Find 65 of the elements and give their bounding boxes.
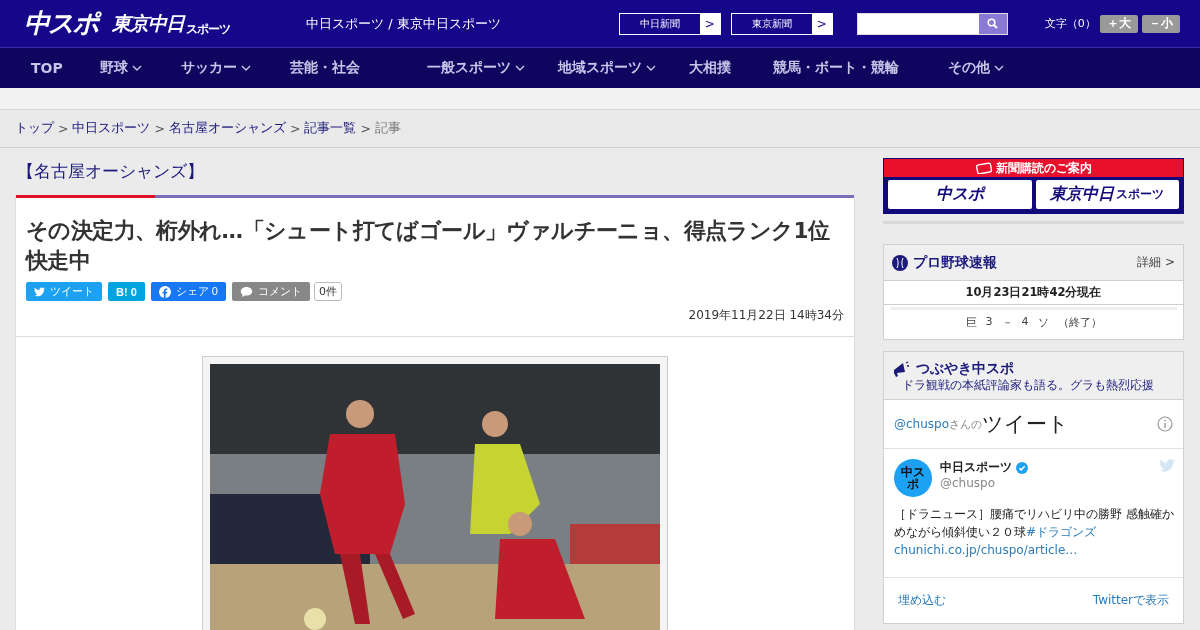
speech-bubble-icon xyxy=(240,285,253,298)
newspaper-logo[interactable]: 中スポ xyxy=(888,180,1032,209)
nav-item[interactable]: 一般スポーツ xyxy=(426,59,525,77)
tweet-footer-link[interactable]: Twitterで表示 xyxy=(1092,592,1169,609)
category-heading: 【名古屋オーシャンズ】 xyxy=(16,160,205,183)
detail-link[interactable]: 詳細 > xyxy=(1137,254,1175,271)
banner-title: 新聞購読のご案内 xyxy=(995,159,1092,177)
current-page-text: 記事 xyxy=(374,120,401,137)
site-tagline: 中日スポーツ / 東京中日スポーツ xyxy=(306,14,501,33)
game-score[interactable]: 巨 3 － 4 ソ （終了） xyxy=(890,307,1177,339)
chevron-down-icon xyxy=(240,65,251,71)
newspaper-icon xyxy=(975,162,992,174)
nav-item[interactable]: 芸能・社会 xyxy=(289,59,360,77)
bird-icon xyxy=(1159,459,1175,472)
widget-subtitle: ドラ観戦の本紙評論家も語る。グラも熱烈応援 xyxy=(901,378,1155,393)
breadcrumb-separator: > xyxy=(154,121,165,136)
handle-suffix: さんの xyxy=(949,416,983,431)
search-icon xyxy=(987,18,999,29)
newspaper-link[interactable]: 中日新聞 > xyxy=(618,12,721,35)
breadcrumb-link[interactable]: 中日スポーツ xyxy=(72,120,151,137)
nav-item[interactable]: その他 xyxy=(947,59,1004,77)
publish-date: 2019年11月22日 14時34分 xyxy=(16,301,854,337)
search-field[interactable] xyxy=(856,12,1008,35)
newspaper-logo[interactable]: 東京中日スポーツ xyxy=(1035,180,1179,209)
nav-item[interactable]: 競馬・ボート・競輪 xyxy=(772,59,899,77)
hashtag-link[interactable]: #ドラゴンズ xyxy=(1026,525,1097,539)
update-time: 10月23日21時42分現在 xyxy=(884,281,1183,305)
nav-item[interactable]: サッカー xyxy=(180,59,251,77)
tweet-footer-link[interactable]: 埋め込む xyxy=(898,592,946,609)
font-size-label: 文字（0） xyxy=(1044,16,1096,31)
breadcrumb-separator: > xyxy=(289,121,301,136)
article-title: その決定力、桁外れ…「シュート打てばゴール」ヴァルチーニョ、得点ランク1位快走中 xyxy=(24,217,831,275)
breadcrumb-link[interactable]: 名古屋オーシャンズ xyxy=(168,120,286,137)
widget-title: つぶやき中スポ xyxy=(916,360,1014,378)
article-link[interactable]: chunichi.co.jp/chuspo/article… xyxy=(894,543,1078,557)
nav-item[interactable]: TOP xyxy=(31,60,63,76)
chevron-down-icon xyxy=(993,65,1004,71)
account-handle: @chuspo xyxy=(940,476,997,490)
breadcrumb-link[interactable]: トップ xyxy=(15,120,54,137)
newspaper-link[interactable]: 東京新聞 > xyxy=(730,12,833,35)
nav-item[interactable]: 地域スポーツ xyxy=(557,59,656,77)
breadcrumb-link[interactable]: 記事一覧 xyxy=(304,120,357,137)
share-button[interactable]: コメント xyxy=(232,282,310,301)
chevron-down-icon xyxy=(131,65,142,71)
megaphone-icon xyxy=(892,361,910,377)
comment-count: 0件 xyxy=(314,282,342,301)
tweet-text: ［ドラニュース］腰痛でリハビリ中の勝野 感触確かめながら傾斜使い２０球#ドラゴンズ chunichi.co.jp/chuspo/article… xyxy=(894,506,1175,559)
avatar[interactable]: 中スポ xyxy=(894,459,932,497)
subscription-banner[interactable]: 新聞購読のご案内 中スポ 東京中日スポーツ xyxy=(883,158,1184,214)
info-icon[interactable] xyxy=(1157,416,1173,432)
chevron-down-icon xyxy=(514,65,525,71)
widget-title: プロ野球速報 xyxy=(913,253,997,272)
facebook-icon xyxy=(158,285,171,298)
bird-icon xyxy=(34,286,45,297)
share-button[interactable]: シェア 0 xyxy=(150,282,226,301)
chevron-down-icon xyxy=(645,65,656,71)
timeline-heading: ツイート xyxy=(982,411,1070,438)
breadcrumb-separator: > xyxy=(58,121,69,136)
baseball-icon xyxy=(892,254,908,271)
account-name[interactable]: 中日スポーツ xyxy=(940,459,1012,476)
breadcrumb-separator: > xyxy=(360,121,371,136)
nav-item[interactable]: 野球 xyxy=(99,59,142,77)
nav-item[interactable]: 大相撲 xyxy=(688,59,731,77)
account-link[interactable]: @chuspo xyxy=(894,417,950,431)
search-button[interactable] xyxy=(978,13,1007,34)
